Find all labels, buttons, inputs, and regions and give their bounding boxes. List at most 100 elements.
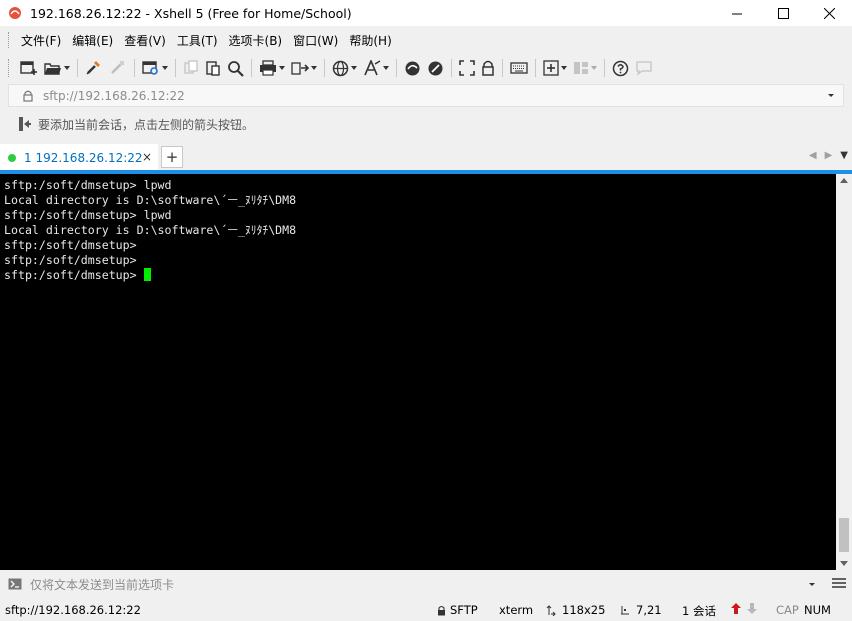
print-button[interactable] <box>256 57 288 79</box>
connection-status-icon <box>8 153 16 162</box>
properties-icon <box>142 61 158 75</box>
address-bar[interactable]: sftp://192.168.26.12:22 <box>8 84 844 107</box>
menu-icon[interactable] <box>832 577 846 589</box>
menu-help[interactable]: 帮助(H) <box>347 32 400 49</box>
compose-button[interactable] <box>540 57 570 79</box>
scroll-up-icon[interactable] <box>840 178 848 183</box>
menu-tools[interactable]: 工具(T) <box>175 32 227 49</box>
connect-icon <box>86 61 100 75</box>
fullscreen-button[interactable] <box>456 57 478 79</box>
layout-button[interactable] <box>570 57 600 79</box>
status-terminal-type: xterm <box>499 603 534 617</box>
menubar-grip[interactable] <box>8 32 11 48</box>
font-icon <box>364 60 381 76</box>
tab-close-button[interactable]: × <box>142 150 152 164</box>
scroll-down-icon[interactable] <box>840 561 848 566</box>
status-num-lock: NUM <box>804 603 831 617</box>
layout-icon <box>574 62 588 74</box>
paste-button[interactable] <box>202 57 224 79</box>
upload-arrow-icon <box>731 603 741 614</box>
status-cursor-pos-label: 7,21 <box>636 603 662 617</box>
menu-window[interactable]: 窗口(W) <box>291 32 347 49</box>
xftp-icon <box>405 61 420 75</box>
terminal-cursor <box>143 268 151 281</box>
toolbar-separator <box>535 59 536 77</box>
toolbar-separator <box>396 59 397 77</box>
tab-label: 1 192.168.26.12:22 <box>24 150 143 165</box>
address-input[interactable]: sftp://192.168.26.12:22 <box>43 89 185 103</box>
toolbar-grip[interactable] <box>8 59 11 77</box>
keyboard-button[interactable] <box>507 57 531 79</box>
terminal-area[interactable]: sftp:/soft/dmsetup> lpwd Local directory… <box>0 174 836 570</box>
lock-icon <box>438 605 445 615</box>
status-protocol-label: SFTP <box>450 603 478 617</box>
chevron-down-icon[interactable] <box>827 89 835 101</box>
search-icon <box>228 60 244 77</box>
menu-edit[interactable]: 编辑(E) <box>70 32 122 49</box>
chevron-down-icon <box>162 66 168 70</box>
transfer-button[interactable] <box>288 57 320 79</box>
compose-bar: 仅将文本发送到当前选项卡 <box>0 572 852 596</box>
chevron-down-icon <box>383 66 389 70</box>
tab-bar: 1 192.168.26.12:22 × + ◀ ▶ ▼ <box>0 144 852 171</box>
chevron-down-icon <box>64 66 70 70</box>
chat-button[interactable] <box>632 57 656 79</box>
lock-icon <box>482 60 494 76</box>
add-tab-button[interactable]: + <box>161 146 183 168</box>
chevron-down-icon[interactable] <box>808 578 816 590</box>
toolbar <box>0 54 852 82</box>
tab-prev-icon[interactable]: ◀ <box>809 150 817 161</box>
status-cursor-pos: 7,21 <box>620 603 662 617</box>
compose-input[interactable]: 仅将文本发送到当前选项卡 <box>30 576 174 593</box>
disconnect-icon <box>111 61 124 74</box>
toolbar-separator <box>77 59 78 77</box>
font-button[interactable] <box>360 57 392 79</box>
chevron-down-icon <box>591 66 597 70</box>
xmanager-button[interactable] <box>424 57 447 79</box>
scroll-thumb[interactable] <box>839 518 849 552</box>
new-session-button[interactable] <box>17 57 41 79</box>
status-size-label: 118x25 <box>562 603 606 617</box>
terminal-scrollbar[interactable] <box>836 174 852 570</box>
open-session-button[interactable] <box>41 57 73 79</box>
xshell-window: 192.168.26.12:22 - Xshell 5 (Free for Ho… <box>0 0 852 621</box>
properties-button[interactable] <box>139 57 171 79</box>
tab-list-icon[interactable]: ▼ <box>840 150 848 161</box>
tab-session-1[interactable]: 1 192.168.26.12:22 × <box>0 144 158 171</box>
status-transfer-indicators <box>731 603 757 614</box>
encoding-button[interactable] <box>329 57 360 79</box>
window-controls <box>714 0 852 26</box>
minimize-button[interactable] <box>714 0 760 26</box>
status-protocol: SFTP <box>437 603 478 617</box>
menu-view[interactable]: 查看(V) <box>122 32 175 49</box>
xftp-button[interactable] <box>401 57 424 79</box>
add-session-arrow-icon[interactable] <box>18 116 32 132</box>
chevron-down-icon <box>279 66 285 70</box>
copy-button[interactable] <box>180 57 202 79</box>
menu-tab[interactable]: 选项卡(B) <box>227 32 292 49</box>
find-button[interactable] <box>224 57 247 79</box>
xmanager-icon <box>428 61 443 75</box>
lock-button[interactable] <box>478 57 498 79</box>
tab-next-icon[interactable]: ▶ <box>825 150 833 161</box>
connect-button[interactable] <box>82 57 106 79</box>
chevron-down-icon <box>561 66 567 70</box>
resize-icon <box>546 604 556 616</box>
print-icon <box>260 60 276 76</box>
minimize-icon <box>731 13 742 14</box>
terminal-line: sftp:/soft/dmsetup> lpwd <box>4 178 172 192</box>
disconnect-button[interactable] <box>106 57 130 79</box>
toolbar-separator <box>324 59 325 77</box>
maximize-button[interactable] <box>760 0 806 26</box>
help-button[interactable] <box>609 57 632 79</box>
chevron-down-icon <box>351 66 357 70</box>
open-folder-icon <box>44 63 61 75</box>
hint-text: 要添加当前会话，点击左侧的箭头按钮。 <box>38 117 255 132</box>
xshell-app-icon <box>9 7 21 19</box>
close-button[interactable] <box>806 0 852 26</box>
window-title: 192.168.26.12:22 - Xshell 5 (Free for Ho… <box>30 5 352 21</box>
menu-file[interactable]: 文件(F) <box>19 32 70 49</box>
terminal-line: Local directory is D:\software\´ￚ_ﾇﾘﾀﾁ\D… <box>4 193 297 207</box>
fullscreen-icon <box>459 60 475 76</box>
chevron-down-icon <box>311 66 317 70</box>
